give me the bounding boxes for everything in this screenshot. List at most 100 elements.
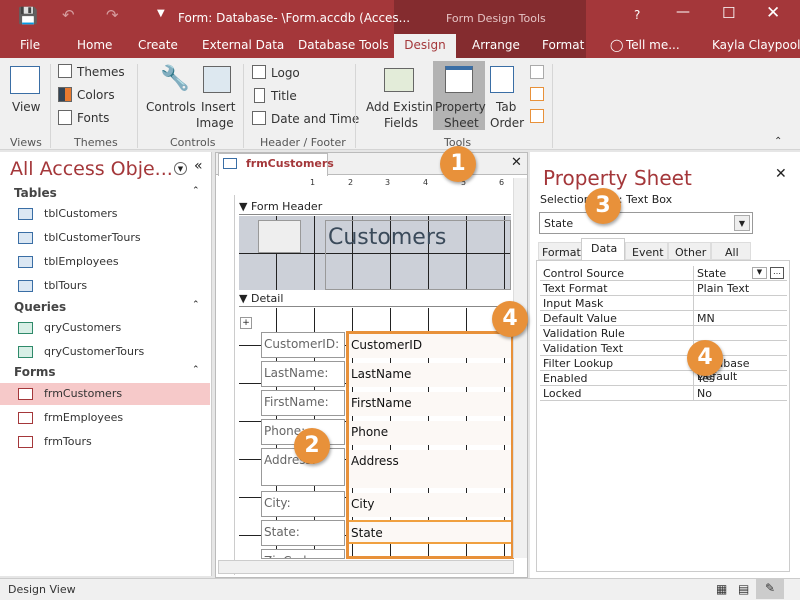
property-value[interactable]: MN xyxy=(697,312,715,325)
user-name[interactable]: Kayla Claypool xyxy=(712,38,800,52)
text-box[interactable]: FirstName xyxy=(349,392,511,416)
fonts-button[interactable]: Fonts xyxy=(77,111,109,125)
text-box[interactable]: CustomerID xyxy=(349,334,511,358)
add-existing-label[interactable]: Add Existing xyxy=(366,100,441,114)
property-row[interactable]: Enabled Yes xyxy=(540,371,787,386)
chevron-down-icon[interactable]: ▼ xyxy=(752,267,767,279)
title-button[interactable]: Title xyxy=(271,89,297,103)
nav-item[interactable]: frmTours xyxy=(0,431,210,453)
form-icon xyxy=(18,412,33,424)
tab-other[interactable]: Other xyxy=(668,242,711,260)
nav-item[interactable]: tblEmployees xyxy=(0,251,210,273)
colors-button[interactable]: Colors xyxy=(77,88,115,102)
form-header-bar[interactable]: ▼ Form Header xyxy=(239,200,511,215)
property-row[interactable]: Text Format Plain Text xyxy=(540,281,787,296)
tab-external-data[interactable]: External Data xyxy=(202,38,284,52)
text-box[interactable]: City xyxy=(349,493,511,517)
minimize-button[interactable]: — xyxy=(676,4,690,20)
nav-item[interactable]: qryCustomerTours xyxy=(0,341,210,363)
section-forms[interactable]: Forms xyxy=(14,365,56,379)
property-value[interactable]: No xyxy=(697,387,712,400)
tab-database-tools[interactable]: Database Tools xyxy=(298,38,389,52)
close-property-sheet-icon[interactable]: ✕ xyxy=(775,166,787,182)
property-row[interactable]: Locked No xyxy=(540,386,787,401)
collapse-ribbon-icon[interactable]: ⌃ xyxy=(774,136,782,147)
text-box[interactable]: Phone xyxy=(349,421,511,445)
tab-data[interactable]: Data xyxy=(581,238,625,261)
nav-item[interactable]: tblTours xyxy=(0,275,210,297)
tab-label[interactable]: Tab xyxy=(496,100,516,114)
form-logo[interactable] xyxy=(258,220,301,253)
tab-arrange[interactable]: Arrange xyxy=(472,38,520,52)
collapse-icon[interactable]: ⌃ xyxy=(192,300,200,310)
view-button[interactable]: View xyxy=(12,100,40,114)
field-label[interactable]: State: xyxy=(261,520,345,546)
collapse-icon[interactable]: ⌃ xyxy=(192,186,200,196)
tab-create[interactable]: Create xyxy=(138,38,178,52)
insert-label[interactable]: Insert xyxy=(201,100,235,114)
tab-file[interactable]: File xyxy=(20,38,40,52)
property-row[interactable]: Input Mask xyxy=(540,296,787,311)
controls-button[interactable]: Controls xyxy=(146,100,196,114)
convert-macros-icon[interactable] xyxy=(530,109,544,123)
nav-item[interactable]: tblCustomerTours xyxy=(0,227,210,249)
maximize-button[interactable]: ☐ xyxy=(722,4,735,22)
horizontal-scrollbar[interactable] xyxy=(218,560,514,574)
field-label[interactable]: City: xyxy=(261,491,345,517)
property-row[interactable]: Control Source State ▼… xyxy=(540,266,787,281)
vertical-scrollbar[interactable] xyxy=(513,178,527,558)
header-title-label[interactable]: Customers xyxy=(325,220,511,290)
layout-view-icon[interactable]: ▤ xyxy=(738,582,749,596)
text-box[interactable]: LastName xyxy=(349,363,511,387)
field-label[interactable]: CustomerID: xyxy=(261,332,345,358)
property-row[interactable]: Filter Lookup Database Default xyxy=(540,356,787,383)
change-to-icon[interactable] xyxy=(530,87,544,101)
themes-button[interactable]: Themes xyxy=(77,65,125,79)
date-time-button[interactable]: Date and Time xyxy=(271,112,359,126)
order-label[interactable]: Order xyxy=(490,116,524,130)
property-row[interactable]: Default Value MN xyxy=(540,311,787,326)
nav-item[interactable]: frmEmployees xyxy=(0,407,210,429)
section-queries[interactable]: Queries xyxy=(14,300,66,314)
nav-item[interactable]: tblCustomers xyxy=(0,203,210,225)
nav-item-selected[interactable]: frmCustomers xyxy=(0,383,210,405)
nav-item[interactable]: qryCustomers xyxy=(0,317,210,339)
redo-icon[interactable]: ↷ xyxy=(106,6,119,24)
section-tables[interactable]: Tables xyxy=(14,186,57,200)
fields-label[interactable]: Fields xyxy=(384,116,418,130)
undo-icon[interactable]: ↶ xyxy=(62,6,75,24)
tab-home[interactable]: Home xyxy=(77,38,112,52)
property-row[interactable]: Validation Rule xyxy=(540,326,787,341)
tab-design[interactable]: Design xyxy=(394,34,456,58)
close-document-icon[interactable]: ✕ xyxy=(511,155,522,170)
subform-icon[interactable] xyxy=(530,65,544,79)
control-selector[interactable]: State ▼ xyxy=(539,212,753,234)
property-value[interactable]: State xyxy=(697,267,726,280)
field-label[interactable]: ZipCode: xyxy=(261,549,345,559)
move-handle-icon[interactable]: + xyxy=(240,317,252,329)
image-label[interactable]: Image xyxy=(196,116,234,130)
builder-button[interactable]: … xyxy=(770,267,784,279)
property-value[interactable]: Plain Text xyxy=(697,282,749,295)
shutter-bar-icon[interactable]: « xyxy=(194,158,203,174)
tab-format[interactable]: Format xyxy=(538,242,582,260)
detail-bar[interactable]: ▼ Detail xyxy=(239,292,511,307)
tab-format[interactable]: Format xyxy=(542,38,584,52)
field-label[interactable]: LastName: xyxy=(261,361,345,387)
help-button[interactable]: ? xyxy=(634,8,640,22)
tab-event[interactable]: Event xyxy=(625,242,668,260)
text-box[interactable]: Address xyxy=(349,450,511,488)
state-text-box[interactable]: State xyxy=(349,520,511,544)
property-row[interactable]: Validation Text xyxy=(540,341,787,356)
design-view-icon[interactable]: ✎ xyxy=(756,579,784,599)
tell-me-input[interactable]: Tell me... xyxy=(626,38,680,52)
collapse-icon[interactable]: ⌃ xyxy=(192,365,200,375)
close-button[interactable]: ✕ xyxy=(766,3,780,23)
nav-menu-icon[interactable]: ▼ xyxy=(174,162,187,175)
tab-all[interactable]: All xyxy=(711,242,751,260)
customize-qat-icon[interactable]: ▼ xyxy=(157,8,165,19)
logo-button[interactable]: Logo xyxy=(271,66,300,80)
save-icon[interactable]: 💾 xyxy=(18,6,38,25)
field-label[interactable]: FirstName: xyxy=(261,390,345,416)
form-view-icon[interactable]: ▦ xyxy=(716,582,727,596)
